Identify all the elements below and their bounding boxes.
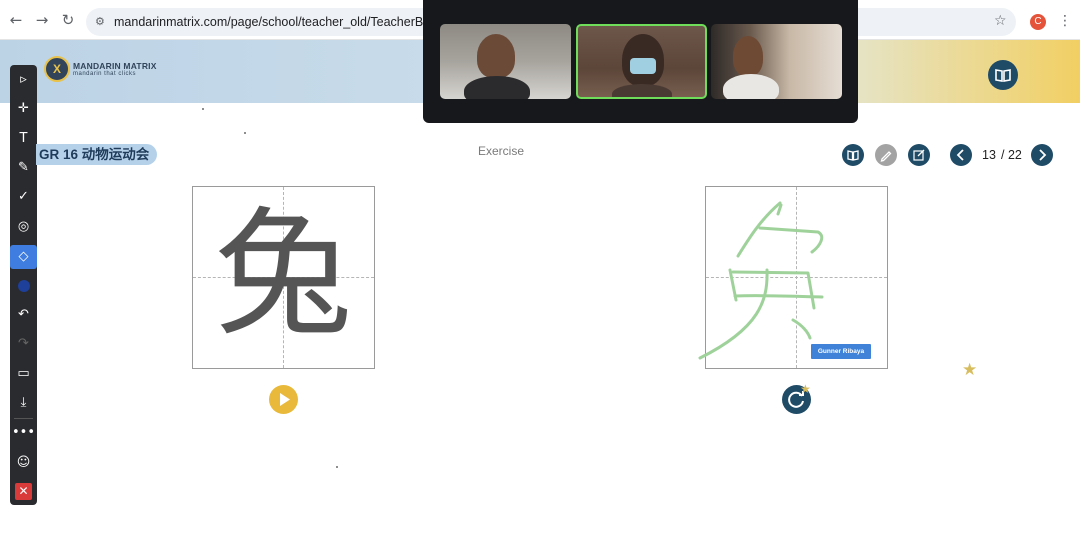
star-icon: ★ bbox=[962, 360, 978, 380]
speck bbox=[336, 466, 338, 468]
student-handwriting-strokes bbox=[698, 201, 824, 360]
handwriting-stroke bbox=[758, 226, 824, 254]
star-icon: ★ bbox=[800, 382, 811, 396]
handwriting-stroke bbox=[731, 270, 816, 310]
speck bbox=[202, 108, 204, 110]
student-name-tag: Gunner Ribaya bbox=[811, 344, 871, 359]
handwriting-stroke bbox=[776, 203, 783, 216]
handwriting-stroke bbox=[791, 318, 812, 340]
speck bbox=[244, 132, 246, 134]
handwriting-stroke bbox=[733, 294, 824, 299]
